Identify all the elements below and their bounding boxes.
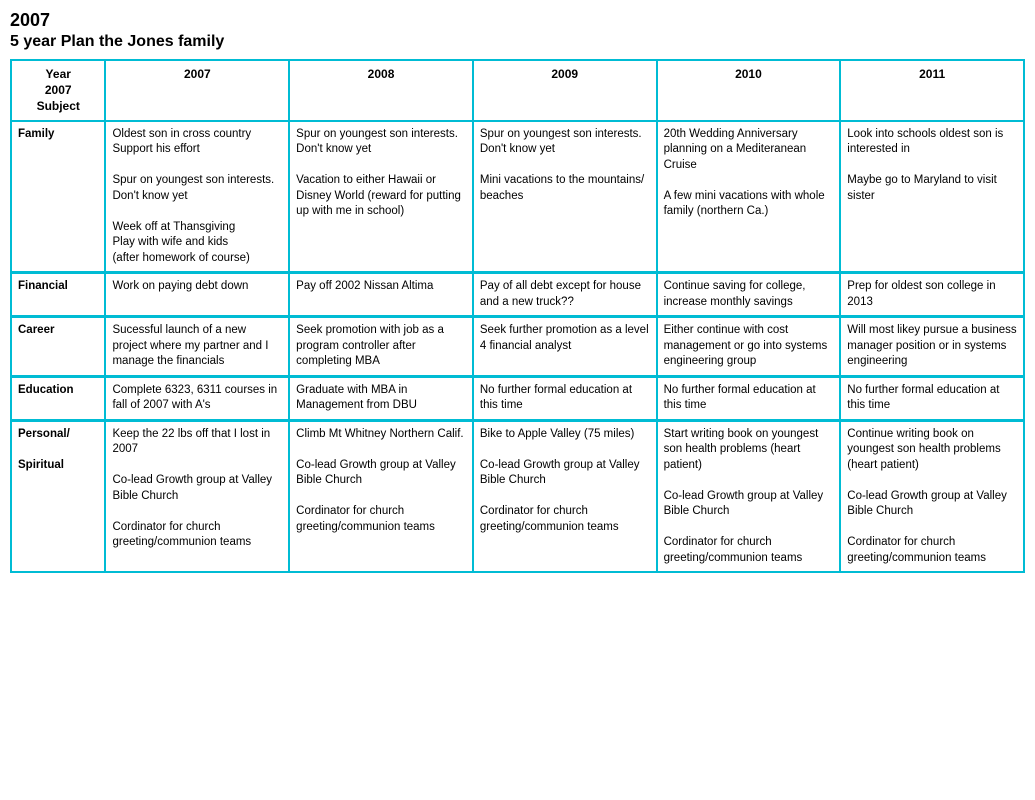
- cell-r2-c1: Seek promotion with job as a program con…: [289, 317, 473, 377]
- table-row-0: FamilyOldest son in cross country Suppor…: [11, 121, 1024, 273]
- subject-cell-4: Personal/ Spiritual: [11, 420, 105, 572]
- subject-cell-2: Career: [11, 317, 105, 377]
- subject-header: Year 2007 Subject: [11, 60, 105, 121]
- year-2009-header: 2009: [473, 60, 657, 121]
- table-row-2: CareerSucessful launch of a new project …: [11, 317, 1024, 377]
- year-2011-header: 2011: [840, 60, 1024, 121]
- cell-r4-c4: Continue writing book on youngest son he…: [840, 420, 1024, 572]
- cell-r1-c0: Work on paying debt down: [105, 273, 289, 317]
- cell-r0-c2: Spur on youngest son interests. Don't kn…: [473, 121, 657, 273]
- cell-r4-c2: Bike to Apple Valley (75 miles) Co-lead …: [473, 420, 657, 572]
- cell-r3-c0: Complete 6323, 6311 courses in fall of 2…: [105, 376, 289, 420]
- table-row-1: FinancialWork on paying debt downPay off…: [11, 273, 1024, 317]
- table-row-3: EducationComplete 6323, 6311 courses in …: [11, 376, 1024, 420]
- cell-r0-c3: 20th Wedding Anniversary planning on a M…: [657, 121, 841, 273]
- cell-r2-c2: Seek further promotion as a level 4 fina…: [473, 317, 657, 377]
- cell-r3-c1: Graduate with MBA in Management from DBU: [289, 376, 473, 420]
- cell-r1-c4: Prep for oldest son college in 2013: [840, 273, 1024, 317]
- header-row: Year 2007 Subject 2007 2008 2009 2010 20…: [11, 60, 1024, 121]
- cell-r4-c1: Climb Mt Whitney Northern Calif. Co-lead…: [289, 420, 473, 572]
- year-2008-header: 2008: [289, 60, 473, 121]
- page-subtitle: 5 year Plan the Jones family: [10, 33, 1025, 51]
- table-row-4: Personal/ SpiritualKeep the 22 lbs off t…: [11, 420, 1024, 572]
- plan-table: Year 2007 Subject 2007 2008 2009 2010 20…: [10, 59, 1025, 573]
- subject-cell-0: Family: [11, 121, 105, 273]
- cell-r0-c1: Spur on youngest son interests. Don't kn…: [289, 121, 473, 273]
- page-title: 2007: [10, 10, 1025, 31]
- cell-r3-c4: No further formal education at this time: [840, 376, 1024, 420]
- cell-r2-c0: Sucessful launch of a new project where …: [105, 317, 289, 377]
- cell-r1-c2: Pay of all debt except for house and a n…: [473, 273, 657, 317]
- year-2010-header: 2010: [657, 60, 841, 121]
- cell-r3-c2: No further formal education at this time: [473, 376, 657, 420]
- cell-r4-c0: Keep the 22 lbs off that I lost in 2007 …: [105, 420, 289, 572]
- cell-r0-c4: Look into schools oldest son is interest…: [840, 121, 1024, 273]
- cell-r2-c4: Will most likey pursue a business manage…: [840, 317, 1024, 377]
- cell-r4-c3: Start writing book on youngest son healt…: [657, 420, 841, 572]
- subject-cell-1: Financial: [11, 273, 105, 317]
- cell-r1-c3: Continue saving for college, increase mo…: [657, 273, 841, 317]
- cell-r0-c0: Oldest son in cross country Support his …: [105, 121, 289, 273]
- year-2007-header: 2007: [105, 60, 289, 121]
- cell-r3-c3: No further formal education at this time: [657, 376, 841, 420]
- cell-r2-c3: Either continue with cost management or …: [657, 317, 841, 377]
- subject-cell-3: Education: [11, 376, 105, 420]
- cell-r1-c1: Pay off 2002 Nissan Altima: [289, 273, 473, 317]
